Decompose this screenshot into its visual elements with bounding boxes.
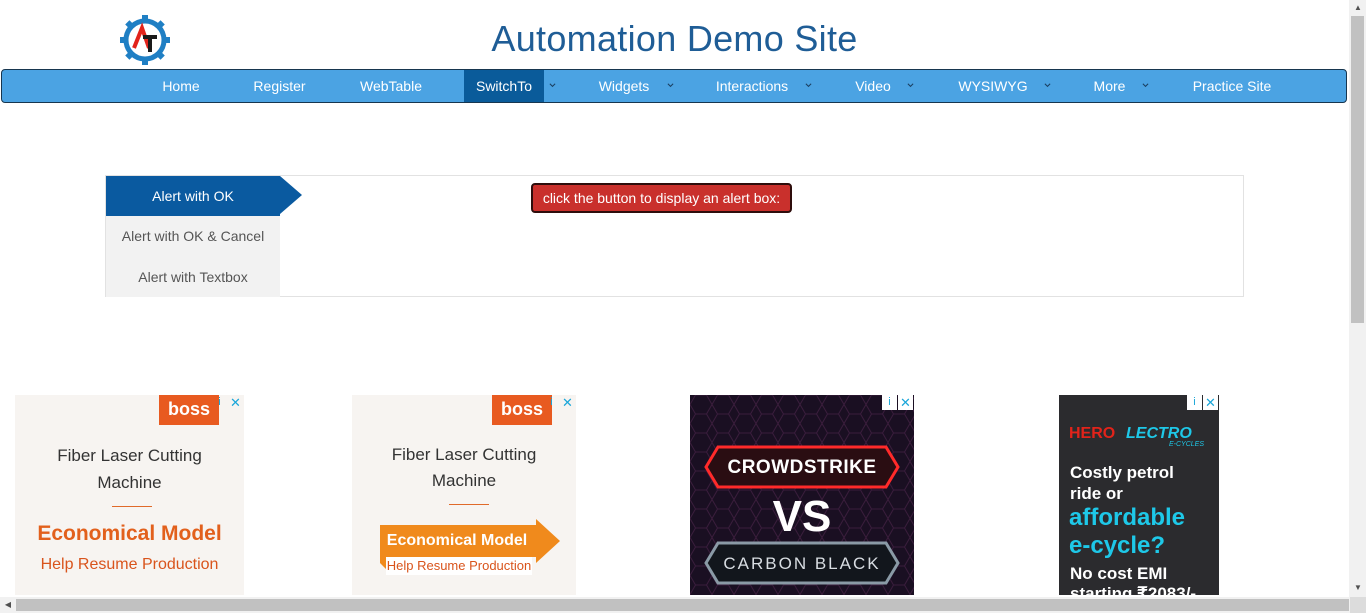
hero-line: No cost EMI	[1070, 564, 1168, 583]
ad-hero-lectro[interactable]: i ✕ HERO LECTRO E-CYCLES Costly petrol r…	[1059, 395, 1219, 595]
adchoices-icon[interactable]: i	[544, 395, 559, 410]
ad-headline: Fiber Laser Cutting	[57, 446, 202, 465]
tab-alert-with-ok[interactable]: Alert with OK	[106, 176, 280, 216]
ad-sub: Help Resume Production	[386, 558, 532, 573]
nav-more[interactable]: More	[1082, 70, 1137, 102]
ad-boss-2[interactable]: boss i ✕ Fiber Laser Cutting Machine Eco…	[352, 395, 576, 595]
adchoices-icon[interactable]: i	[1187, 395, 1202, 410]
ad-headline: Machine	[97, 473, 162, 492]
nav-widgets[interactable]: Widgets	[588, 70, 660, 102]
adchoices-icon[interactable]: i	[212, 395, 227, 410]
close-icon[interactable]: ✕	[898, 395, 913, 410]
ad-model: Economical Model	[386, 532, 528, 549]
ecycles-tag: E-CYCLES	[1169, 441, 1205, 448]
hero-highlight: e-cycle?	[1069, 532, 1166, 559]
crowdstrike-brand: CROWDSTRIKE	[727, 457, 877, 478]
display-alert-button[interactable]: click the button to display an alert box…	[531, 183, 792, 213]
horizontal-scrollbar-thumb[interactable]	[16, 599, 1349, 611]
nav-interactions[interactable]: Interactions	[706, 70, 798, 102]
vertical-scrollbar-thumb[interactable]	[1351, 16, 1364, 323]
adchoices-icon[interactable]: i	[882, 395, 897, 410]
site-title: Automation Demo Site	[491, 18, 858, 59]
ad-sub: Help Resume Production	[40, 556, 219, 573]
nav-practice-site[interactable]: Practice Site	[1180, 70, 1284, 102]
nav-register[interactable]: Register	[242, 70, 317, 102]
chevron-down-icon[interactable]	[549, 82, 556, 89]
close-icon[interactable]: ✕	[560, 395, 575, 410]
hero-line: ride or	[1070, 484, 1123, 503]
ad-headline: Machine	[431, 471, 497, 490]
boss-logo: boss	[492, 395, 552, 425]
hero-line: Costly petrol	[1070, 463, 1174, 482]
hero-brand: HERO	[1069, 425, 1116, 442]
hero-highlight: affordable	[1069, 504, 1186, 531]
ad-headline: Fiber Laser Cutting	[391, 445, 537, 464]
boss-logo: boss	[159, 395, 219, 425]
nav-switchto[interactable]: SwitchTo	[464, 70, 544, 102]
scroll-left-icon[interactable]: ◀	[0, 597, 16, 613]
chevron-down-icon[interactable]	[1044, 82, 1051, 89]
ad-crowdstrike[interactable]: i ✕ CROWDSTRIKE VS CARBON BLACK	[690, 395, 914, 595]
rival-label: CARBON BLACK	[723, 554, 881, 573]
scroll-down-icon[interactable]: ▼	[1350, 580, 1366, 596]
chevron-down-icon[interactable]	[805, 82, 812, 89]
ad-divider	[449, 504, 489, 505]
scroll-up-icon[interactable]: ▲	[1350, 0, 1366, 16]
chevron-down-icon[interactable]	[667, 82, 674, 89]
nav-video[interactable]: Video	[844, 70, 902, 102]
nav-webtable[interactable]: WebTable	[347, 70, 435, 102]
ad-divider	[112, 506, 152, 507]
main-navbar: Home Register WebTable SwitchTo Widgets …	[1, 69, 1347, 103]
tab-alert-with-ok-cancel[interactable]: Alert with OK & Cancel	[106, 216, 280, 256]
close-icon[interactable]: ✕	[228, 395, 243, 410]
ad-model: Economical Model	[37, 522, 222, 545]
scrollbar-corner	[1350, 597, 1366, 613]
chevron-down-icon[interactable]	[907, 82, 914, 89]
tab-alert-with-textbox[interactable]: Alert with Textbox	[106, 256, 280, 297]
nav-home[interactable]: Home	[152, 70, 210, 102]
close-icon[interactable]: ✕	[1203, 395, 1218, 410]
active-tab-arrow	[280, 176, 302, 214]
ad-boss-1[interactable]: boss i ✕ Fiber Laser Cutting Machine Eco…	[15, 395, 244, 595]
vs-label: VS	[772, 492, 832, 541]
hero-line: starting ₹2083/-	[1070, 584, 1197, 595]
chevron-down-icon[interactable]	[1142, 82, 1149, 89]
nav-wysiwyg[interactable]: WYSIWYG	[947, 70, 1039, 102]
